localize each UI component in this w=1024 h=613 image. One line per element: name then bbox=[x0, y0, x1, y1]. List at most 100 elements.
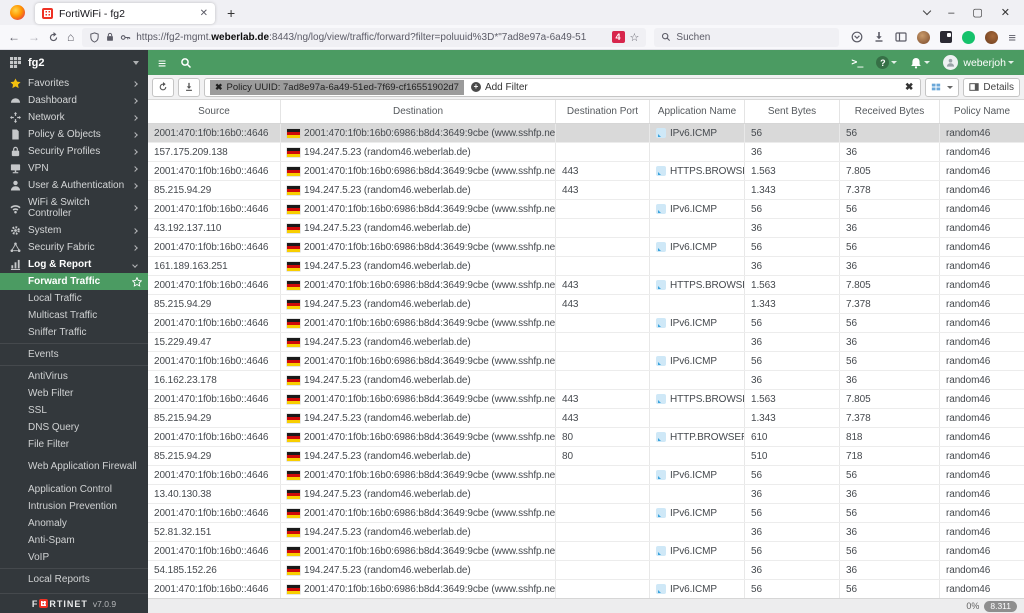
sidebar-item-policy-objects[interactable]: Policy & Objects bbox=[0, 126, 148, 143]
table-row[interactable]: 85.215.94.29 194.247.5.23 (random46.webe… bbox=[148, 181, 1024, 200]
browser-tab[interactable]: FortiWiFi - fg2 ✕ bbox=[35, 3, 215, 24]
permissions-key-icon[interactable] bbox=[120, 32, 131, 43]
sidebar-item-events[interactable]: Events bbox=[0, 346, 148, 363]
sidebar-item-forward-traffic[interactable]: Forward Traffic bbox=[0, 273, 148, 290]
column-settings-button[interactable] bbox=[925, 77, 960, 97]
table-row[interactable]: 16.162.23.178 194.247.5.23 (random46.web… bbox=[148, 371, 1024, 390]
back-button[interactable]: ← bbox=[8, 30, 20, 44]
table-row[interactable]: 2001:470:1f0b:16b0::4646 2001:470:1f0b:1… bbox=[148, 276, 1024, 295]
sidebar-item-antivirus[interactable]: AntiVirus bbox=[0, 368, 148, 385]
new-tab-button[interactable]: + bbox=[227, 5, 235, 21]
table-row[interactable]: 2001:470:1f0b:16b0::4646 2001:470:1f0b:1… bbox=[148, 124, 1024, 143]
window-minimize-button[interactable]: – bbox=[948, 7, 954, 19]
grammarly-extension-icon[interactable] bbox=[962, 30, 976, 44]
column-header-source[interactable]: Source bbox=[148, 100, 281, 123]
extension-icon[interactable] bbox=[940, 31, 953, 43]
window-maximize-button[interactable]: ▢ bbox=[972, 6, 982, 19]
collapse-sidebar-icon[interactable]: ≡ bbox=[158, 55, 166, 71]
device-selector[interactable]: fg2 bbox=[0, 50, 148, 75]
table-row[interactable]: 2001:470:1f0b:16b0::4646 2001:470:1f0b:1… bbox=[148, 542, 1024, 561]
refresh-button[interactable] bbox=[152, 77, 174, 97]
cookie-extension-icon[interactable] bbox=[985, 30, 999, 44]
table-row[interactable]: 2001:470:1f0b:16b0::4646 2001:470:1f0b:1… bbox=[148, 390, 1024, 409]
column-header-destination-port[interactable]: Destination Port bbox=[556, 100, 650, 123]
sidebar-item-local-reports[interactable]: Local Reports bbox=[0, 571, 148, 588]
table-row[interactable]: 2001:470:1f0b:16b0::4646 2001:470:1f0b:1… bbox=[148, 314, 1024, 333]
sidebar-item-voip[interactable]: VoIP bbox=[0, 549, 148, 566]
table-row[interactable]: 13.40.130.38 194.247.5.23 (random46.webe… bbox=[148, 485, 1024, 504]
add-filter-button[interactable]: + Add Filter bbox=[470, 82, 528, 93]
downloads-icon[interactable] bbox=[873, 31, 885, 43]
sidebar-item-sniffer-traffic[interactable]: Sniffer Traffic bbox=[0, 324, 148, 341]
sidebar-item-security-profiles[interactable]: Security Profiles bbox=[0, 143, 148, 160]
table-row[interactable]: 85.215.94.29 194.247.5.23 (random46.webe… bbox=[148, 409, 1024, 428]
table-row[interactable]: 15.229.49.47 194.247.5.23 (random46.webe… bbox=[148, 333, 1024, 352]
sidebar-toggle-icon[interactable] bbox=[895, 31, 908, 43]
table-row[interactable]: 2001:470:1f0b:16b0::4646 2001:470:1f0b:1… bbox=[148, 352, 1024, 371]
sidebar-item-log-report[interactable]: Log & Report bbox=[0, 256, 148, 273]
reload-button[interactable] bbox=[48, 31, 59, 43]
column-header-received-bytes[interactable]: Received Bytes bbox=[840, 100, 940, 123]
table-row[interactable]: 157.175.209.138 194.247.5.23 (random46.w… bbox=[148, 143, 1024, 162]
table-body[interactable]: 2001:470:1f0b:16b0::4646 2001:470:1f0b:1… bbox=[148, 124, 1024, 598]
table-row[interactable]: 85.215.94.29 194.247.5.23 (random46.webe… bbox=[148, 295, 1024, 314]
forward-button[interactable]: → bbox=[28, 30, 40, 44]
clear-filters-icon[interactable]: ✖ bbox=[905, 82, 915, 93]
window-close-button[interactable]: ✕ bbox=[1001, 6, 1010, 19]
table-row[interactable]: 161.189.163.251 194.247.5.23 (random46.w… bbox=[148, 257, 1024, 276]
table-row[interactable]: 52.81.32.151 194.247.5.23 (random46.webe… bbox=[148, 523, 1024, 542]
tab-close-icon[interactable]: ✕ bbox=[200, 8, 208, 19]
sidebar-item-ssl[interactable]: SSL bbox=[0, 402, 148, 419]
sidebar-item-dns-query[interactable]: DNS Query bbox=[0, 419, 148, 436]
table-row[interactable]: 2001:470:1f0b:16b0::4646 2001:470:1f0b:1… bbox=[148, 580, 1024, 598]
user-menu[interactable]: weberjoh bbox=[943, 55, 1014, 70]
table-row[interactable]: 85.215.94.29 194.247.5.23 (random46.webe… bbox=[148, 447, 1024, 466]
download-log-button[interactable] bbox=[178, 77, 200, 97]
table-row[interactable]: 43.192.137.110 194.247.5.23 (random46.we… bbox=[148, 219, 1024, 238]
column-header-policy-name[interactable]: Policy Name bbox=[940, 100, 1024, 123]
help-menu[interactable]: ? bbox=[876, 56, 898, 69]
table-row[interactable]: 2001:470:1f0b:16b0::4646 2001:470:1f0b:1… bbox=[148, 162, 1024, 181]
lock-icon[interactable] bbox=[105, 32, 115, 42]
table-row[interactable]: 2001:470:1f0b:16b0::4646 2001:470:1f0b:1… bbox=[148, 466, 1024, 485]
sidebar-item-anti-spam[interactable]: Anti-Spam bbox=[0, 532, 148, 549]
column-header-destination[interactable]: Destination bbox=[281, 100, 556, 123]
sidebar-item-application-control[interactable]: Application Control bbox=[0, 481, 148, 498]
sidebar-item-file-filter[interactable]: File Filter bbox=[0, 436, 148, 453]
sidebar-item-system[interactable]: System bbox=[0, 222, 148, 239]
sidebar-item-web-application-firewall[interactable]: Web Application Firewall bbox=[0, 453, 148, 481]
search-bar[interactable]: Suchen bbox=[654, 27, 840, 47]
filter-input[interactable]: ✖ Policy UUID: 7ad8e97a-6a49-51ed-7f69-cf… bbox=[204, 77, 922, 97]
tab-list-chevron-icon[interactable] bbox=[923, 6, 932, 16]
sidebar-item-web-filter[interactable]: Web Filter bbox=[0, 385, 148, 402]
sidebar-item-dashboard[interactable]: Dashboard bbox=[0, 92, 148, 109]
column-header-sent-bytes[interactable]: Sent Bytes bbox=[745, 100, 840, 123]
table-row[interactable]: 2001:470:1f0b:16b0::4646 2001:470:1f0b:1… bbox=[148, 200, 1024, 219]
details-button[interactable]: Details bbox=[963, 77, 1020, 97]
table-row[interactable]: 54.185.152.26 194.247.5.23 (random46.web… bbox=[148, 561, 1024, 580]
profile-avatar-icon[interactable] bbox=[917, 30, 931, 44]
sidebar-item-anomaly[interactable]: Anomaly bbox=[0, 515, 148, 532]
sidebar-item-local-traffic[interactable]: Local Traffic bbox=[0, 290, 148, 307]
table-row[interactable]: 2001:470:1f0b:16b0::4646 2001:470:1f0b:1… bbox=[148, 504, 1024, 523]
table-row[interactable]: 2001:470:1f0b:16b0::4646 2001:470:1f0b:1… bbox=[148, 428, 1024, 447]
notifications-menu[interactable] bbox=[910, 57, 931, 69]
firefox-logo-icon[interactable] bbox=[10, 5, 25, 20]
sidebar-item-user-authentication[interactable]: User & Authentication bbox=[0, 177, 148, 194]
remove-filter-icon[interactable]: ✖ bbox=[215, 82, 223, 93]
menu-hamburger-icon[interactable]: ≡ bbox=[1008, 30, 1016, 45]
home-button[interactable]: ⌂ bbox=[67, 30, 74, 44]
favorite-star-icon[interactable] bbox=[132, 276, 142, 287]
sidebar-item-security-fabric[interactable]: Security Fabric bbox=[0, 239, 148, 256]
sidebar-item-multicast-traffic[interactable]: Multicast Traffic bbox=[0, 307, 148, 324]
sidebar-item-wifi-switch-controller[interactable]: WiFi & Switch Controller bbox=[0, 194, 148, 222]
column-header-application-name[interactable]: Application Name bbox=[650, 100, 745, 123]
url-bar[interactable]: https://fg2-mgmt.weberlab.de:8443/ng/log… bbox=[82, 27, 647, 47]
sidebar-item-favorites[interactable]: Favorites bbox=[0, 75, 148, 92]
global-search-icon[interactable] bbox=[180, 57, 192, 69]
policy-uuid-filter-tag[interactable]: ✖ Policy UUID: 7ad8e97a-6a49-51ed-7f69-cf… bbox=[210, 79, 464, 95]
bookmark-star-icon[interactable]: ☆ bbox=[630, 31, 640, 44]
shield-icon[interactable] bbox=[89, 31, 100, 43]
cli-console-icon[interactable]: >_ bbox=[851, 57, 863, 68]
blocked-count-badge[interactable]: 4 bbox=[611, 31, 625, 43]
